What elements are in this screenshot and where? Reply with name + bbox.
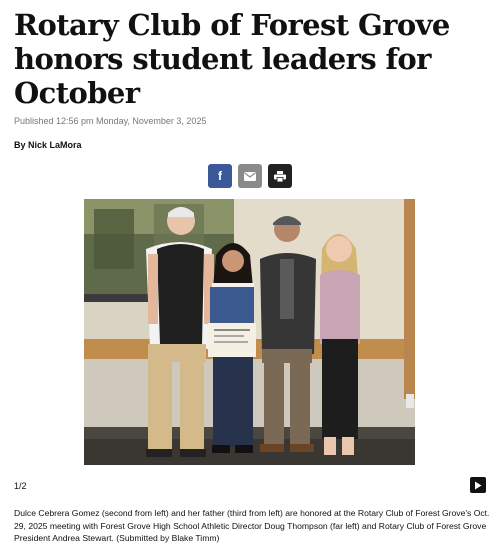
print-button[interactable] (268, 164, 292, 188)
print-icon (274, 170, 286, 182)
group-photo-image (84, 199, 415, 465)
play-next-icon (475, 481, 482, 489)
photo-caption: Dulce Cebrera Gomez (second from left) a… (14, 508, 490, 543)
email-icon (244, 171, 256, 181)
facebook-icon: f (218, 169, 222, 183)
email-share-button[interactable] (238, 164, 262, 188)
share-buttons: f (208, 164, 292, 188)
gallery-counter: 1/2 (14, 481, 27, 491)
publish-date: Published 12:56 pm Monday, November 3, 2… (14, 116, 207, 126)
facebook-share-button[interactable]: f (208, 164, 232, 188)
gallery-next-button[interactable] (470, 477, 486, 493)
article-photo[interactable] (84, 199, 415, 465)
author-byline: By Nick LaMora (14, 140, 82, 150)
article-headline: Rotary Club of Forest Grove honors stude… (14, 8, 450, 110)
